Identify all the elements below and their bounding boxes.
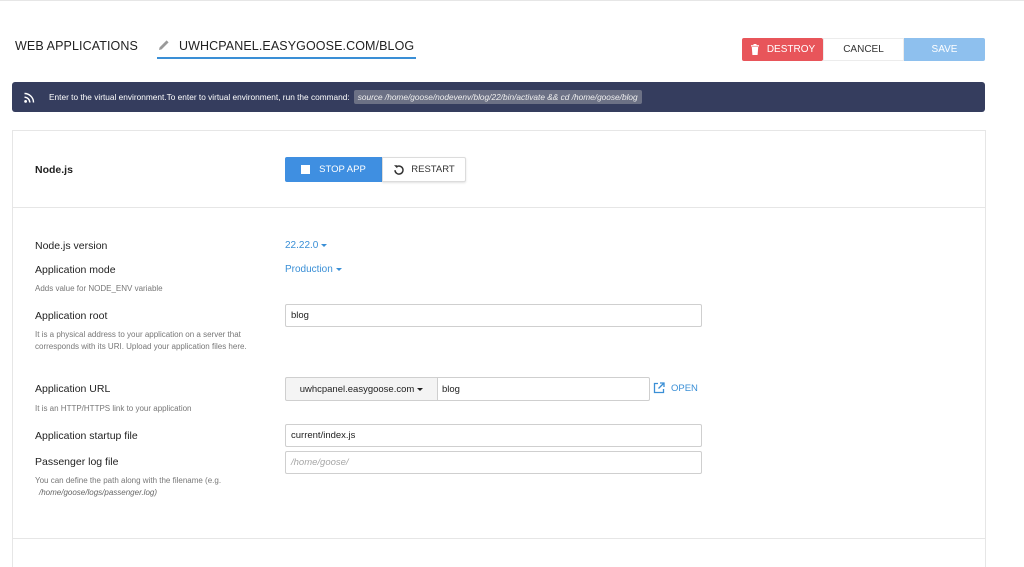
breadcrumb-web-applications[interactable]: WEB APPLICATIONS [15, 39, 138, 53]
nodejs-version-value: 22.22.0 [285, 240, 319, 251]
passenger-log-help-text: You can define the path along with the f… [35, 476, 222, 485]
top-divider [0, 0, 1024, 1]
app-settings-panel: Node.js STOP APP RESTART Node.js version… [12, 130, 986, 567]
restart-button[interactable]: RESTART [382, 157, 466, 182]
passenger-log-input[interactable]: /home/goose/ [285, 451, 702, 474]
application-mode-label: Application mode [35, 264, 116, 276]
application-mode-dropdown[interactable]: Production [285, 264, 342, 275]
destroy-button[interactable]: DESTROY [742, 38, 823, 61]
open-link[interactable]: OPEN [653, 382, 698, 394]
startup-file-input[interactable]: current/index.js [285, 424, 702, 447]
chevron-down-icon [321, 244, 328, 247]
application-mode-help: Adds value for NODE_ENV variable [35, 284, 163, 293]
section-divider [13, 538, 985, 539]
nodejs-heading: Node.js [35, 164, 73, 176]
startup-file-label: Application startup file [35, 430, 138, 442]
tab-application-label: UWHCPANEL.EASYGOOSE.COM/BLOG [179, 39, 415, 53]
application-url-domain-value: uwhcpanel.easygoose.com [299, 383, 415, 395]
section-divider [13, 207, 985, 208]
pencil-icon [159, 40, 169, 50]
restart-icon [394, 164, 405, 175]
stop-app-label: STOP APP [319, 164, 366, 175]
passenger-log-help-example: /home/goose/logs/passenger.log) [39, 488, 157, 497]
application-root-input[interactable]: blog [285, 304, 702, 327]
application-url-help: It is an HTTP/HTTPS link to your applica… [35, 404, 192, 413]
application-url-domain-dropdown[interactable]: uwhcpanel.easygoose.com [285, 377, 438, 401]
passenger-log-help: You can define the path along with the f… [35, 475, 270, 499]
destroy-label: DESTROY [766, 44, 816, 55]
rss-icon [24, 92, 35, 103]
chevron-down-icon [335, 268, 342, 271]
nodejs-version-dropdown[interactable]: 22.22.0 [285, 240, 328, 251]
cancel-button[interactable]: CANCEL [823, 38, 904, 61]
application-mode-value: Production [285, 264, 333, 275]
stop-app-button[interactable]: STOP APP [285, 157, 382, 182]
external-link-icon [653, 382, 665, 394]
open-label: OPEN [671, 382, 698, 394]
passenger-log-label: Passenger log file [35, 456, 119, 468]
banner-command[interactable]: source /home/goose/nodevenv/blog/22/bin/… [353, 90, 642, 104]
application-url-label: Application URL [35, 383, 111, 395]
save-button[interactable]: SAVE [904, 38, 985, 61]
restart-label: RESTART [411, 164, 455, 175]
chevron-down-icon [417, 387, 424, 391]
virtualenv-banner: Enter to the virtual environment.To ente… [12, 82, 985, 112]
application-root-label: Application root [35, 310, 108, 322]
banner-text: Enter to the virtual environment.To ente… [49, 92, 350, 102]
tab-application[interactable]: UWHCPANEL.EASYGOOSE.COM/BLOG [157, 34, 417, 59]
application-root-help: It is a physical address to your applica… [35, 330, 247, 351]
stop-square-icon [301, 165, 311, 174]
trash-icon [750, 44, 759, 55]
application-url-path-input[interactable]: blog [438, 377, 650, 401]
nodejs-version-label: Node.js version [35, 240, 108, 252]
